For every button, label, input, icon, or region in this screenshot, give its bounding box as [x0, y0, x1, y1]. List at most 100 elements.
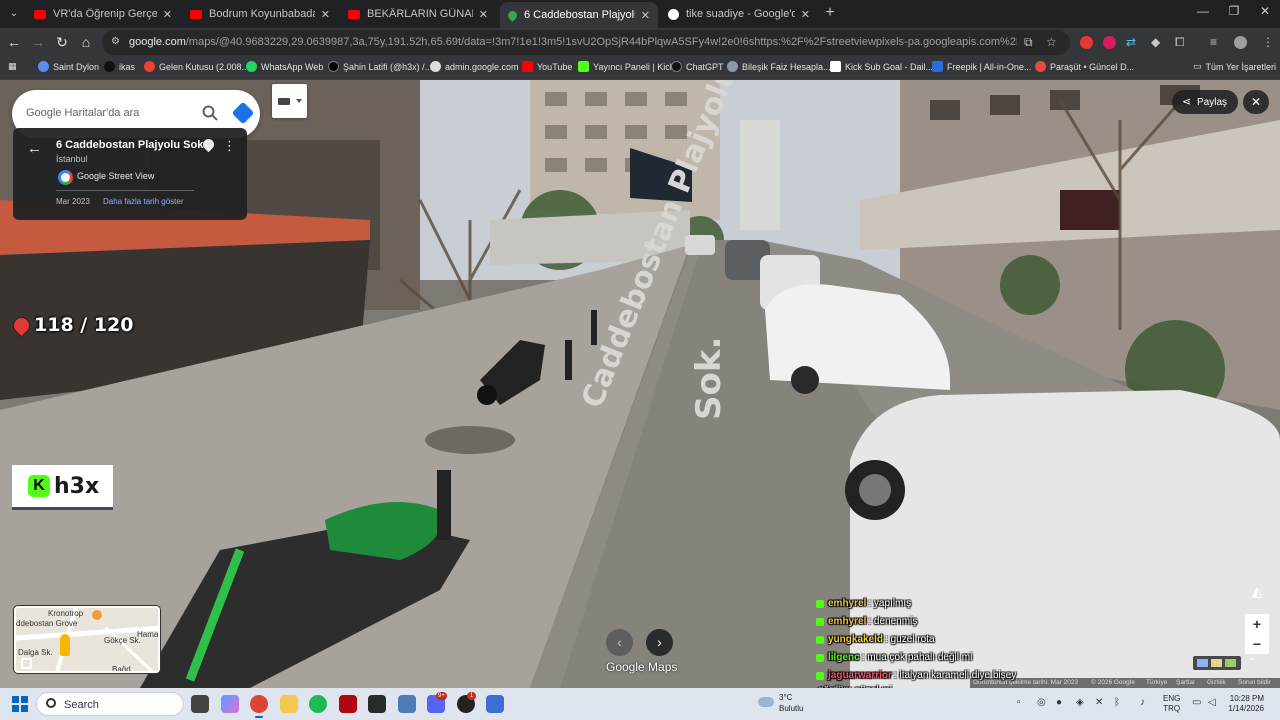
- forward-arrow-icon[interactable]: →: [28, 32, 48, 52]
- imagery-tiles[interactable]: [1193, 656, 1241, 670]
- close-window-button[interactable]: ✕: [1250, 4, 1280, 18]
- browser-menu-icon[interactable]: ⋮: [1262, 35, 1274, 49]
- extension-diamond-icon[interactable]: ◆: [1151, 35, 1160, 49]
- layer-toggle-button[interactable]: [272, 84, 307, 118]
- compass-icon[interactable]: ◭: [1244, 583, 1270, 603]
- previous-image-button[interactable]: ‹: [606, 629, 633, 656]
- bookmark-chatgpt[interactable]: ChatGPT: [671, 61, 724, 72]
- extension-pink-icon[interactable]: [1103, 36, 1116, 49]
- task-view-icon[interactable]: [191, 695, 209, 713]
- bookmark-parasut[interactable]: Paraşüt • Güncel D...: [1035, 61, 1134, 72]
- country-link[interactable]: Türkiye: [1146, 679, 1167, 686]
- apps-grid-icon[interactable]: ▦: [8, 61, 17, 72]
- restore-button[interactable]: ❐: [1219, 4, 1249, 18]
- chat-username[interactable]: emhyrel: [828, 598, 866, 609]
- bookmark-gmail[interactable]: Gelen Kutusu (2.008...: [144, 61, 249, 72]
- google-icon: [430, 61, 441, 72]
- bookmark-freepik[interactable]: Freepik | All-in-One...: [932, 61, 1031, 72]
- reload-icon[interactable]: ↻: [52, 32, 72, 52]
- all-bookmarks-folder[interactable]: ▭ Tüm Yer İşaretleri: [1193, 61, 1276, 72]
- install-app-icon[interactable]: ⧉: [1024, 35, 1033, 50]
- url-text[interactable]: google.com/maps/@40.9683229,29.0639987,3…: [129, 36, 1017, 48]
- tab-tike-suadiye[interactable]: tike suadiye - Google'da Ara ✕: [660, 2, 818, 26]
- windows-start-icon[interactable]: [12, 696, 28, 712]
- bookmark-star-icon[interactable]: ☆: [1046, 35, 1057, 49]
- bookmark-kick-panel[interactable]: Yayıncı Paneli | Kick: [578, 61, 674, 72]
- directions-icon[interactable]: [231, 101, 255, 125]
- vpn-icon[interactable]: [398, 695, 416, 713]
- clock[interactable]: 10:28 PM 1/14/2026: [1224, 694, 1264, 714]
- chat-username[interactable]: emhyrel: [828, 616, 866, 627]
- tray-icon[interactable]: ✕: [1095, 697, 1103, 708]
- new-tab-button[interactable]: +: [821, 4, 839, 22]
- show-more-dates-link[interactable]: Daha fazla tarih göster: [103, 197, 184, 206]
- search-icon[interactable]: [201, 104, 219, 122]
- microphone-icon[interactable]: ♪: [1140, 697, 1145, 708]
- close-street-view-button[interactable]: ✕: [1243, 90, 1269, 114]
- chat-username[interactable]: jaguarwarrior: [828, 670, 892, 681]
- tab-bodrum[interactable]: Bodrum Koyunbabada Satılık D ✕: [182, 2, 338, 26]
- netflix-icon[interactable]: [339, 695, 357, 713]
- file-explorer-icon[interactable]: [280, 695, 298, 713]
- bookmark-x-sahin[interactable]: Şahin Latifi (@h3x) /...: [328, 61, 432, 72]
- bookmark-ikas[interactable]: ikas: [104, 61, 135, 72]
- spotify-icon[interactable]: [309, 695, 327, 713]
- bookmark-admin-google[interactable]: admin.google.com: [430, 61, 519, 72]
- bookmark-youtube[interactable]: YouTube: [522, 61, 572, 72]
- copilot-icon[interactable]: [221, 695, 239, 713]
- minimize-button[interactable]: —: [1188, 4, 1218, 18]
- profile-avatar[interactable]: [1234, 36, 1247, 49]
- zoom-in-button[interactable]: +: [1245, 614, 1269, 634]
- language-indicator[interactable]: ENG TRQ: [1163, 694, 1180, 714]
- maps-search-input[interactable]: Google Haritalar'da ara: [26, 107, 139, 119]
- bookmark-whatsapp[interactable]: WhatsApp Web: [246, 61, 323, 72]
- street-view-panorama[interactable]: Caddebostan Plajyolu Sok. Google Harital…: [0, 80, 1280, 688]
- back-arrow-icon[interactable]: ←: [4, 32, 24, 52]
- minimap[interactable]: Kronotrop ddebostan Grove Gökçe Sk. Hama…: [14, 606, 160, 673]
- bluetooth-icon[interactable]: ᛒ: [1114, 697, 1120, 708]
- steam-icon[interactable]: ●: [1056, 697, 1062, 708]
- zoom-out-button[interactable]: −: [1245, 634, 1269, 654]
- tab-close-icon[interactable]: ✕: [321, 8, 330, 21]
- pegman-icon[interactable]: [60, 634, 70, 656]
- tab-close-icon[interactable]: ✕: [801, 8, 810, 21]
- xbox-icon[interactable]: [368, 695, 386, 713]
- extension-red-icon[interactable]: [1080, 36, 1093, 49]
- chrome-icon[interactable]: [250, 695, 268, 718]
- streamer-logo: K h3x: [12, 465, 113, 510]
- next-image-button[interactable]: ›: [646, 629, 673, 656]
- site-info-icon[interactable]: ⚙: [111, 36, 123, 48]
- tab-vr-ucak[interactable]: VR'da Öğrenip Gerçek Uçak Uç ✕: [26, 2, 180, 26]
- tray-icon[interactable]: ◈: [1076, 697, 1084, 708]
- volume-icon[interactable]: ◁: [1208, 697, 1216, 708]
- tray-icon[interactable]: ◎: [1037, 697, 1046, 708]
- tab-search-button[interactable]: ⌄: [4, 4, 24, 24]
- tab-bekarlarin[interactable]: BEKÂRLARIN GÜNAHI NE ? - Y ✕: [340, 2, 496, 26]
- reading-list-icon[interactable]: ≡: [1210, 35, 1217, 49]
- expand-chevron-icon[interactable]: ⌃: [1248, 657, 1256, 668]
- tab-close-icon[interactable]: ✕: [163, 8, 172, 21]
- more-options-icon[interactable]: ⋮: [223, 138, 236, 154]
- privacy-link[interactable]: Gizlilik: [1207, 679, 1226, 686]
- share-button[interactable]: ⋖ Paylaş: [1172, 90, 1238, 114]
- vpn2-icon[interactable]: [486, 695, 504, 713]
- taskbar-search[interactable]: Search: [36, 692, 184, 716]
- back-arrow-icon[interactable]: ←: [27, 140, 42, 157]
- home-icon[interactable]: ⌂: [76, 32, 96, 52]
- chat-username[interactable]: lilgenc: [828, 652, 860, 663]
- extension-translate-icon[interactable]: ⇄: [1126, 35, 1136, 49]
- tab-google-maps[interactable]: 6 Caddebostan Plajyolu Sok. - G ✕: [500, 2, 658, 28]
- bookmark-saint-dylon[interactable]: Saint Dylon: [38, 61, 99, 72]
- tab-close-icon[interactable]: ✕: [479, 8, 488, 21]
- bookmark-kick-sub-goal[interactable]: Kick Sub Goal - Dail...: [830, 61, 933, 72]
- monitor-icon[interactable]: ▭: [1192, 697, 1201, 708]
- terms-link[interactable]: Şartlar: [1176, 679, 1195, 686]
- tab-close-icon[interactable]: ✕: [641, 9, 650, 22]
- bookmark-faiz[interactable]: Bileşik Faiz Hesapla...: [727, 61, 831, 72]
- report-link[interactable]: Sorun bildir: [1238, 679, 1271, 686]
- extensions-puzzle-icon[interactable]: ⧠: [1175, 35, 1185, 50]
- fullscreen-icon[interactable]: [21, 658, 32, 669]
- chat-username[interactable]: yungkakeld: [828, 634, 883, 645]
- tray-icon[interactable]: ▫: [1017, 697, 1021, 708]
- address-bar[interactable]: ⚙ google.com/maps/@40.9683229,29.0639987…: [102, 30, 1070, 55]
